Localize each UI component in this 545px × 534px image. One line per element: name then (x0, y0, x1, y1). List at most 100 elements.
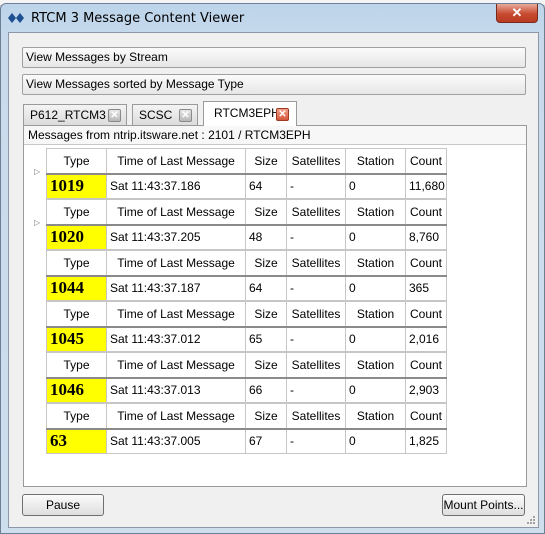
column-header-type: Type (46, 148, 107, 175)
cell-station: 0 (345, 377, 406, 403)
column-header-size: Size (245, 301, 287, 328)
table-row[interactable]: 1044 Sat 11:43:37.187 64-0 365 (46, 275, 447, 301)
cell-station: 0 (345, 224, 406, 250)
table-row[interactable]: 63 Sat 11:43:37.005 67-0 1,825 (46, 428, 447, 454)
column-header-size: Size (245, 403, 287, 430)
tab-close-icon[interactable]: ✕ (276, 108, 289, 121)
column-header-count: Count (405, 199, 447, 226)
column-header-satellites: Satellites (286, 148, 346, 175)
view-by-type-bar[interactable]: View Messages sorted by Message Type (22, 74, 526, 95)
cell-time: Sat 11:43:37.013 (106, 377, 246, 403)
message-type-group[interactable]: Type Time of Last Message Size Satellites St… (46, 352, 447, 403)
table-header-row: Type Time of Last Message Size Satellites St… (46, 352, 447, 379)
column-header-station: Station (345, 352, 406, 379)
column-header-time: Time of Last Message (106, 199, 246, 226)
message-type-group[interactable]: Type Time of Last Message Size Satellites St… (46, 250, 447, 301)
tab-close-icon[interactable]: ✕ (108, 109, 121, 122)
column-header-count: Count (405, 352, 447, 379)
column-header-time: Time of Last Message (106, 148, 246, 175)
column-header-size: Size (245, 148, 287, 175)
column-header-count: Count (405, 148, 447, 175)
cell-count: 2,903 (405, 377, 447, 403)
column-header-station: Station (345, 403, 406, 430)
column-header-satellites: Satellites (286, 403, 346, 430)
tab-close-icon[interactable]: ✕ (179, 109, 192, 122)
messages-panel: Messages from ntrip.itsware.net : 2101 /… (23, 125, 527, 487)
cell-count: 11,680 (405, 173, 447, 199)
expand-arrow-icon[interactable]: ▷ (34, 167, 40, 176)
cell-satellites: - (286, 377, 346, 403)
pause-button[interactable]: Pause (22, 494, 104, 516)
cell-size: 48 (245, 224, 287, 250)
column-header-time: Time of Last Message (106, 250, 246, 277)
message-type-group[interactable]: Type Time of Last Message Size Satellites St… (46, 403, 447, 454)
panel-header: Messages from ntrip.itsware.net : 2101 /… (24, 126, 526, 145)
tab-label: SCSC (139, 108, 173, 122)
column-header-station: Station (345, 301, 406, 328)
window-close-button[interactable]: ✕ (496, 4, 538, 23)
tab-label: P612_RTCM3 (30, 108, 106, 122)
tab-scsc[interactable]: SCSC ✕ (132, 104, 198, 125)
message-type-group[interactable]: ▷ Type Time of Last Message Size Satellites S… (34, 199, 447, 250)
double-diamond-icon (8, 13, 24, 23)
mount-points-button[interactable]: Mount Points... (442, 494, 525, 516)
cell-size: 66 (245, 377, 287, 403)
table-row[interactable]: 1019 Sat 11:43:37.186 64-0 11,680 (46, 173, 447, 199)
column-header-time: Time of Last Message (106, 301, 246, 328)
cell-type: 1045 (46, 326, 107, 352)
column-header-station: Station (345, 250, 406, 277)
cell-station: 0 (345, 173, 406, 199)
cell-station: 0 (345, 275, 406, 301)
cell-satellites: - (286, 326, 346, 352)
column-header-count: Count (405, 301, 447, 328)
cell-count: 365 (405, 275, 447, 301)
cell-type: 63 (46, 428, 107, 454)
column-header-satellites: Satellites (286, 301, 346, 328)
column-header-time: Time of Last Message (106, 352, 246, 379)
table-header-row: Type Time of Last Message Size Satellites St… (46, 301, 447, 328)
cell-time: Sat 11:43:37.005 (106, 428, 246, 454)
column-header-type: Type (46, 250, 107, 277)
column-header-time: Time of Last Message (106, 403, 246, 430)
column-header-size: Size (245, 352, 287, 379)
cell-satellites: - (286, 428, 346, 454)
table-row[interactable]: 1045 Sat 11:43:37.012 65-0 2,016 (46, 326, 447, 352)
cell-size: 67 (245, 428, 287, 454)
column-header-count: Count (405, 403, 447, 430)
expand-arrow-icon[interactable]: ▷ (34, 218, 40, 227)
table-row[interactable]: 1046 Sat 11:43:37.013 66-0 2,903 (46, 377, 447, 403)
cell-station: 0 (345, 326, 406, 352)
window-client-area: View Messages by Stream View Messages so… (8, 32, 539, 528)
cell-satellites: - (286, 275, 346, 301)
table-row[interactable]: 1020 Sat 11:43:37.205 48-0 8,760 (46, 224, 447, 250)
message-type-group[interactable]: ▷ Type Time of Last Message Size Satellites S… (34, 148, 447, 199)
column-header-type: Type (46, 352, 107, 379)
tab-rtcm3eph[interactable]: RTCM3EPH ✕ (203, 101, 297, 126)
column-header-count: Count (405, 250, 447, 277)
cell-count: 1,825 (405, 428, 447, 454)
cell-time: Sat 11:43:37.012 (106, 326, 246, 352)
cell-type: 1046 (46, 377, 107, 403)
cell-size: 64 (245, 173, 287, 199)
resize-grip-icon[interactable] (526, 515, 536, 525)
column-header-type: Type (46, 199, 107, 226)
table-header-row: Type Time of Last Message Size Satellites St… (46, 403, 447, 430)
cell-station: 0 (345, 428, 406, 454)
cell-time: Sat 11:43:37.205 (106, 224, 246, 250)
table-header-row: Type Time of Last Message Size Satellites St… (46, 148, 447, 175)
message-viewer-window: RTCM 3 Message Content Viewer ✕ View Mes… (0, 3, 545, 534)
cell-type: 1019 (46, 173, 107, 199)
cell-size: 64 (245, 275, 287, 301)
column-header-satellites: Satellites (286, 250, 346, 277)
message-type-group[interactable]: Type Time of Last Message Size Satellites St… (46, 301, 447, 352)
cell-count: 8,760 (405, 224, 447, 250)
cell-time: Sat 11:43:37.186 (106, 173, 246, 199)
title-bar[interactable]: RTCM 3 Message Content Viewer ✕ (1, 4, 544, 32)
cell-type: 1020 (46, 224, 107, 250)
column-header-size: Size (245, 199, 287, 226)
tab-p612-rtcm3[interactable]: P612_RTCM3 ✕ (23, 104, 127, 125)
cell-time: Sat 11:43:37.187 (106, 275, 246, 301)
column-header-satellites: Satellites (286, 199, 346, 226)
cell-satellites: - (286, 173, 346, 199)
view-by-stream-bar[interactable]: View Messages by Stream (22, 47, 526, 68)
